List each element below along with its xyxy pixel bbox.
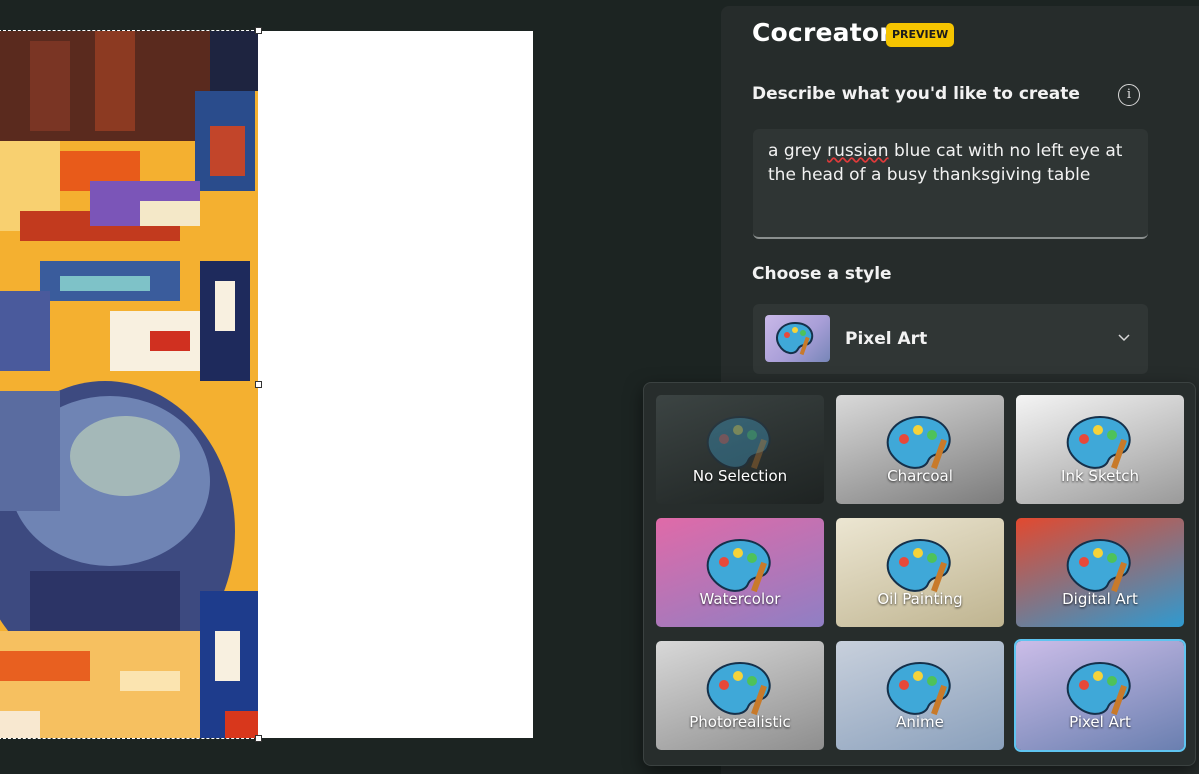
chevron-down-icon xyxy=(1118,334,1130,342)
style-option-label: Ink Sketch xyxy=(1061,467,1139,485)
resize-handle-middle-right[interactable] xyxy=(255,381,262,388)
style-dropdown[interactable]: Pixel Art xyxy=(753,304,1148,374)
style-label: Choose a style xyxy=(752,264,892,284)
info-icon[interactable]: i xyxy=(1118,84,1140,106)
style-option-label: Watercolor xyxy=(699,590,781,608)
style-option-ink-sketch[interactable]: Ink Sketch xyxy=(1016,395,1184,504)
describe-label: Describe what you'd like to create xyxy=(752,84,1080,104)
selected-style-thumbnail xyxy=(765,315,830,362)
style-option-pixel-art[interactable]: Pixel Art xyxy=(1014,639,1186,752)
style-option-charcoal[interactable]: Charcoal xyxy=(836,395,1004,504)
selected-style-label: Pixel Art xyxy=(845,329,928,349)
style-option-label: Digital Art xyxy=(1062,590,1138,608)
resize-handle-top-right[interactable] xyxy=(255,27,262,34)
style-option-watercolor[interactable]: Watercolor xyxy=(656,518,824,627)
resize-handle-bottom-right[interactable] xyxy=(255,735,262,742)
style-option-anime[interactable]: Anime xyxy=(836,641,1004,750)
style-option-no-selection[interactable]: No Selection xyxy=(656,395,824,504)
style-option-oil-painting[interactable]: Oil Painting xyxy=(836,518,1004,627)
preview-badge: PREVIEW xyxy=(886,23,955,47)
prompt-input[interactable]: a grey russian blue cat with no left eye… xyxy=(753,129,1148,239)
canvas-blank-area[interactable] xyxy=(258,31,533,738)
palette-icon xyxy=(776,321,814,356)
style-option-label: No Selection xyxy=(692,467,788,485)
style-option-label: Oil Painting xyxy=(877,590,963,608)
style-option-label: Photorealistic xyxy=(689,713,791,731)
style-option-digital-art[interactable]: Digital Art xyxy=(1016,518,1184,627)
prompt-text-before: a grey xyxy=(768,141,828,161)
pixel-art-image xyxy=(0,31,258,738)
style-option-label: Charcoal xyxy=(887,467,953,485)
style-option-label: Pixel Art xyxy=(1069,713,1131,731)
style-option-photorealistic[interactable]: Photorealistic xyxy=(656,641,824,750)
style-option-label: Anime xyxy=(896,713,944,731)
panel-title: Cocreator xyxy=(752,18,892,47)
prompt-misspelled-word: russian xyxy=(827,141,889,161)
generated-pixel-image[interactable] xyxy=(0,31,258,738)
